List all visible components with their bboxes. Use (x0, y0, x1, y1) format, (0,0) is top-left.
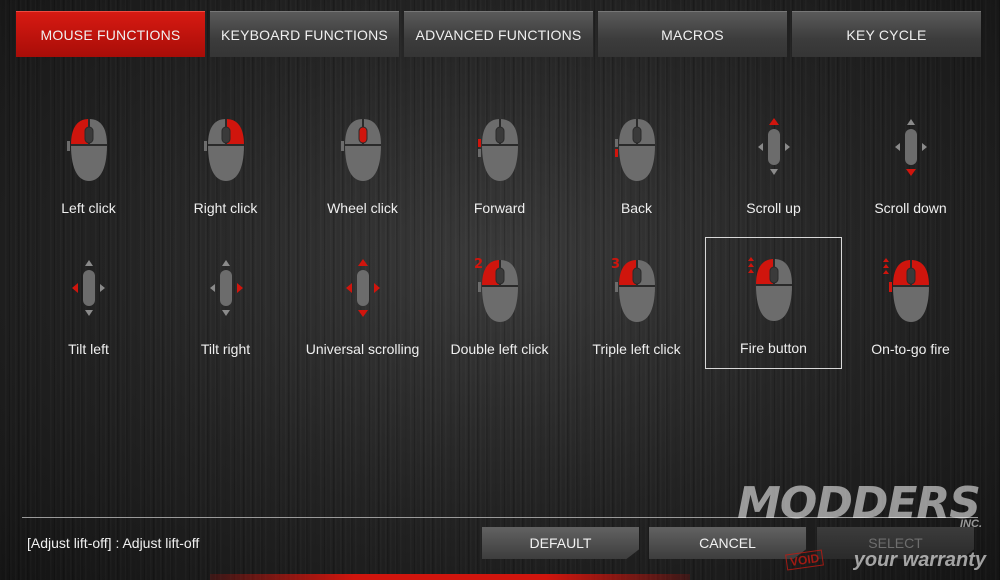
universal-scrolling-icon (323, 251, 403, 331)
function-label: Forward (473, 200, 526, 216)
tab-mouse-functions[interactable]: MOUSE FUNCTIONS (16, 11, 205, 57)
function-label: Wheel click (327, 200, 398, 216)
tab-key-cycle[interactable]: KEY CYCLE (792, 11, 981, 57)
select-button[interactable]: SELECT (817, 527, 974, 559)
function-tilt-right[interactable]: Tilt right (157, 239, 294, 380)
function-double-left-click[interactable]: 2 Double left click (431, 239, 568, 380)
function-row-1: Left click Right click Wheel click Forwa… (20, 98, 980, 239)
tab-keyboard-functions[interactable]: KEYBOARD FUNCTIONS (210, 11, 399, 57)
function-back[interactable]: Back (568, 98, 705, 239)
function-label: Tilt right (200, 341, 251, 357)
function-label: Back (620, 200, 653, 216)
bottom-divider (22, 517, 978, 518)
function-scroll-down[interactable]: Scroll down (842, 98, 979, 239)
status-text: [Adjust lift-off] : Adjust lift-off (27, 535, 200, 551)
scroll-down-icon (871, 110, 951, 190)
default-button[interactable]: DEFAULT (482, 527, 639, 559)
bottom-accent-bar (210, 574, 690, 580)
mouse-forward-icon (460, 110, 540, 190)
mouse-back-icon (597, 110, 677, 190)
function-label: Scroll up (746, 200, 801, 216)
function-label: Right click (193, 200, 258, 216)
watermark-logo: MODDERS (737, 478, 981, 529)
mouse-right-click-icon (186, 110, 266, 190)
function-wheel-click[interactable]: Wheel click (294, 98, 431, 239)
tab-macros[interactable]: MACROS (598, 11, 787, 57)
on-to-go-fire-icon (871, 251, 951, 331)
mouse-wheel-click-icon (323, 110, 403, 190)
double-left-click-icon: 2 (460, 251, 540, 331)
function-right-click[interactable]: Right click (157, 98, 294, 239)
fire-button-icon (734, 250, 814, 330)
function-tabs: MOUSE FUNCTIONS KEYBOARD FUNCTIONS ADVAN… (16, 11, 981, 57)
function-label: Universal scrolling (305, 341, 420, 357)
function-fire-button[interactable]: Fire button (705, 237, 842, 369)
function-label: Scroll down (874, 200, 947, 216)
function-left-click[interactable]: Left click (20, 98, 157, 239)
function-universal-scrolling[interactable]: Universal scrolling (294, 239, 431, 380)
function-tilt-left[interactable]: Tilt left (20, 239, 157, 380)
function-label: Tilt left (68, 341, 109, 357)
triple-left-click-icon: 3 (597, 251, 677, 331)
function-scroll-up[interactable]: Scroll up (705, 98, 842, 239)
tab-advanced-functions[interactable]: ADVANCED FUNCTIONS (404, 11, 593, 57)
svg-text:2: 2 (474, 257, 483, 272)
function-forward[interactable]: Forward (431, 98, 568, 239)
function-label: On-to-go fire (871, 341, 950, 357)
tilt-right-icon (186, 251, 266, 331)
function-label: Triple left click (592, 341, 681, 357)
function-triple-left-click[interactable]: 3 Triple left click (568, 239, 705, 380)
mouse-function-grid: Left click Right click Wheel click Forwa… (20, 98, 980, 380)
mouse-left-click-icon (49, 110, 129, 190)
svg-text:3: 3 (611, 257, 620, 272)
scroll-up-icon (734, 110, 814, 190)
tilt-left-icon (49, 251, 129, 331)
function-on-to-go-fire[interactable]: On-to-go fire (842, 239, 979, 380)
function-label: Double left click (450, 341, 549, 357)
function-label: Fire button (740, 340, 807, 356)
cancel-button[interactable]: CANCEL (649, 527, 806, 559)
function-label: Left click (61, 200, 116, 216)
function-row-2: Tilt left Tilt right Universal scrolling… (20, 237, 980, 380)
watermark: MODDERS INC. VOID your warranty (737, 478, 986, 574)
